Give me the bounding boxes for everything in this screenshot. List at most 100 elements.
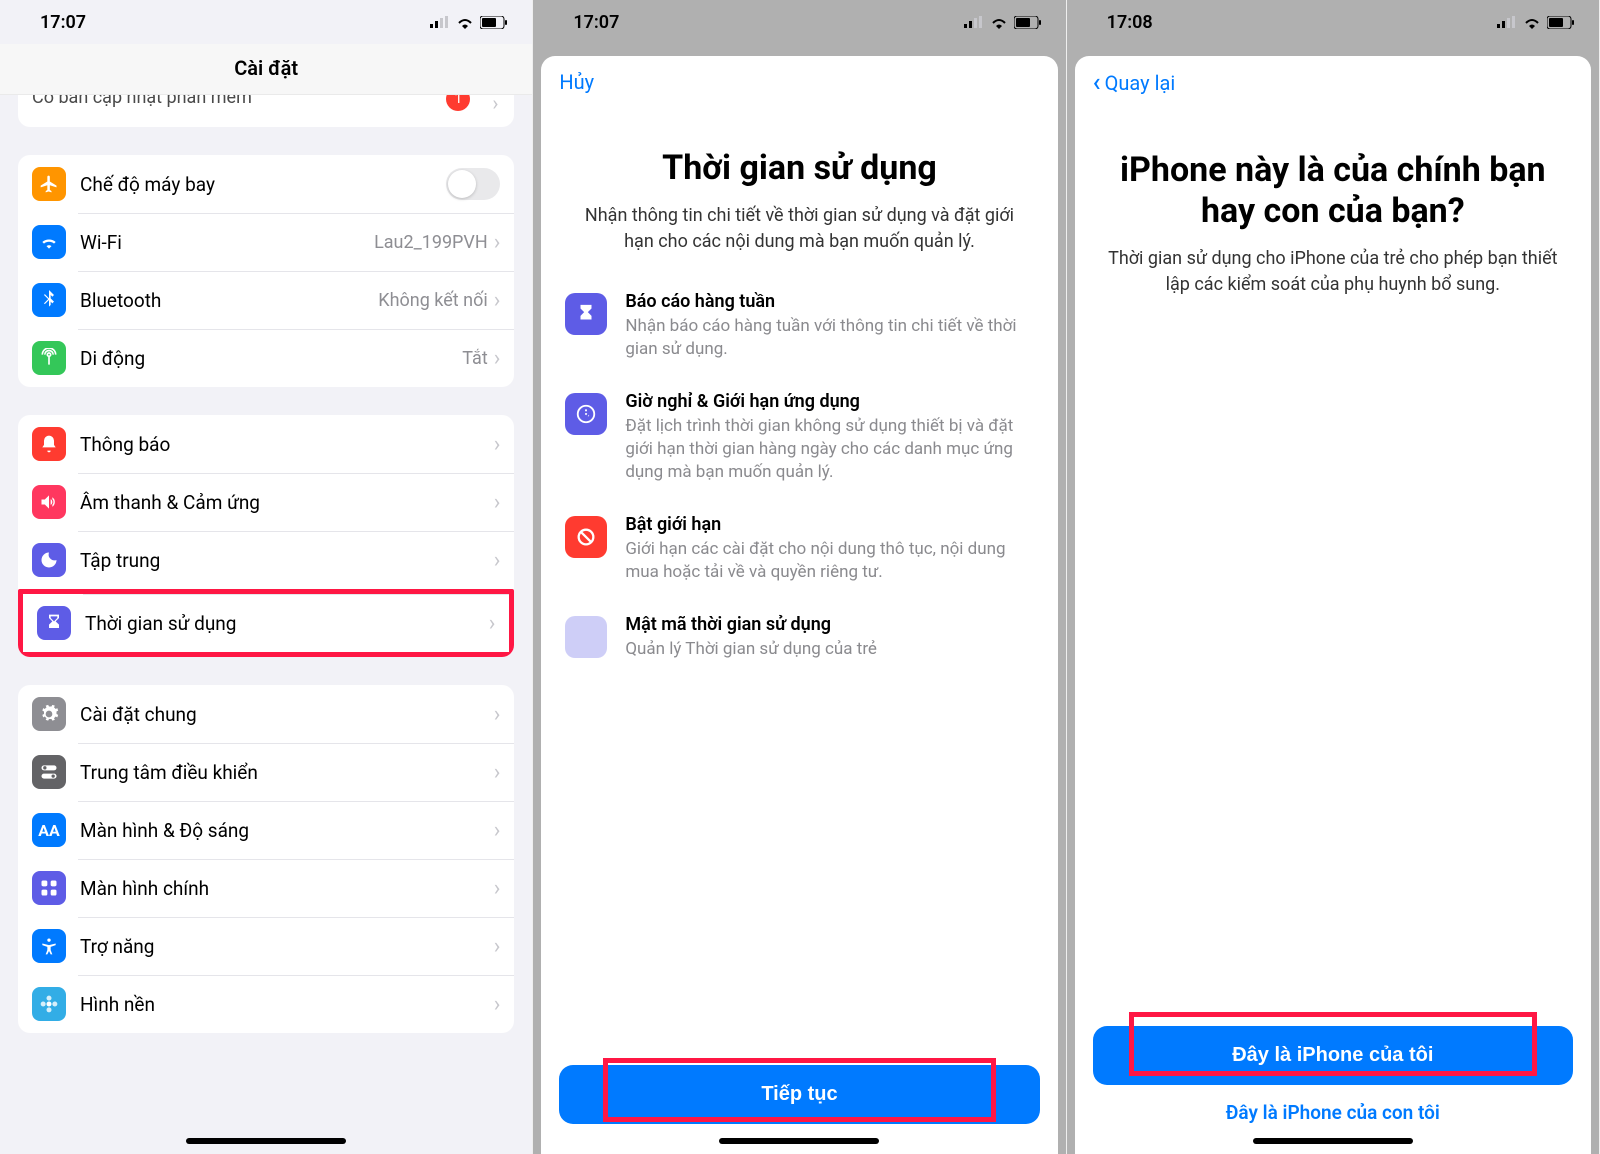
moon-icon: [32, 543, 66, 577]
modal-body: iPhone này là của chính bạn hay con của …: [1075, 110, 1591, 1154]
status-bar: 17:07: [0, 0, 532, 44]
feature-title: Giờ nghỉ & Giới hạn ứng dụng: [625, 391, 1033, 412]
accessibility-icon: [32, 929, 66, 963]
feature-passcode: Mật mã thời gian sử dụng Quản lý Thời gi…: [565, 614, 1033, 661]
settings-group-general: Cài đặt chung › Trung tâm điều khiển › A…: [18, 685, 514, 1033]
my-iphone-button[interactable]: Đây là iPhone của tôi: [1093, 1026, 1573, 1085]
feature-desc: Đặt lịch trình thời gian không sử dụng t…: [625, 415, 1033, 484]
home-indicator[interactable]: [1253, 1138, 1413, 1144]
screen-time-intro-screen: 17:07 Hủy Thời gian sử dụng Nhận thông t…: [533, 0, 1066, 1154]
status-indicators: [1497, 16, 1575, 29]
no-entry-icon: [565, 516, 607, 558]
row-bluetooth[interactable]: Bluetooth Không kết nối ›: [18, 271, 514, 329]
row-airplane-mode[interactable]: Chế độ máy bay: [18, 155, 514, 213]
back-button[interactable]: Quay lại: [1105, 71, 1176, 95]
chevron-right-icon: ›: [494, 934, 501, 959]
settings-group-focus: Thông báo › Âm thanh & Cảm ứng › Tập tru…: [18, 415, 514, 657]
grid-icon: [32, 871, 66, 905]
hourglass-icon: [37, 606, 71, 640]
software-update-label: Có bản cập nhật phần mềm: [32, 95, 252, 108]
cellular-icon: [964, 16, 984, 28]
status-indicators: [964, 16, 1042, 29]
feature-title: Mật mã thời gian sử dụng: [625, 614, 877, 635]
cellular-icon: [1497, 16, 1517, 28]
status-bar: 17:07: [533, 0, 1065, 44]
switches-icon: [32, 755, 66, 789]
feature-downtime: Giờ nghỉ & Giới hạn ứng dụng Đặt lịch tr…: [565, 391, 1033, 484]
status-time: 17:07: [573, 12, 619, 33]
row-general[interactable]: Cài đặt chung ›: [18, 685, 514, 743]
chevron-right-icon: ›: [494, 992, 501, 1017]
gear-icon: [32, 697, 66, 731]
row-accessibility[interactable]: Trợ năng ›: [18, 917, 514, 975]
row-focus[interactable]: Tập trung ›: [18, 531, 514, 589]
feature-desc: Quản lý Thời gian sử dụng của trẻ: [625, 638, 877, 661]
row-wallpaper[interactable]: Hình nền ›: [18, 975, 514, 1033]
flower-icon: [32, 987, 66, 1021]
row-label: Màn hình & Độ sáng: [80, 819, 494, 842]
feature-title: Bật giới hạn: [625, 514, 1033, 535]
chevron-right-icon: ›: [489, 611, 496, 636]
modal-body: Thời gian sử dụng Nhận thông tin chi tiế…: [541, 108, 1057, 1154]
row-value: Không kết nối: [378, 290, 487, 311]
row-cellular[interactable]: Di động Tắt ›: [18, 329, 514, 387]
continue-button[interactable]: Tiếp tục: [559, 1065, 1039, 1124]
status-bar: 17:08: [1067, 0, 1599, 44]
modal-title: iPhone này là của chính bạn hay con của …: [1099, 150, 1567, 232]
battery-icon: [1014, 16, 1042, 29]
settings-screen: 17:07 Cài đặt Có bản cập nhật phần mềm 1…: [0, 0, 533, 1154]
bell-icon: [32, 427, 66, 461]
modal-nav: ‹ Quay lại: [1075, 56, 1591, 110]
chevron-right-icon: ›: [494, 230, 501, 255]
page-title: Cài đặt: [0, 44, 532, 95]
button-label: Tiếp tục: [761, 1083, 837, 1105]
speaker-icon: [32, 485, 66, 519]
row-label: Di động: [80, 347, 462, 370]
battery-icon: [480, 16, 508, 29]
row-sounds[interactable]: Âm thanh & Cảm ứng ›: [18, 473, 514, 531]
row-label: Trợ năng: [80, 935, 494, 958]
toggle-switch[interactable]: [446, 168, 500, 200]
wifi-icon: [1523, 16, 1541, 29]
wifi-icon: [456, 16, 474, 29]
chevron-right-icon: ›: [494, 760, 501, 785]
row-home-screen[interactable]: Màn hình chính ›: [18, 859, 514, 917]
row-display[interactable]: AA Màn hình & Độ sáng ›: [18, 801, 514, 859]
row-notifications[interactable]: Thông báo ›: [18, 415, 514, 473]
row-wifi[interactable]: Wi-Fi Lau2_199PVH ›: [18, 213, 514, 271]
row-label: Hình nền: [80, 993, 494, 1016]
chevron-right-icon: ›: [494, 818, 501, 843]
bottom-bar: Đây là iPhone của tôi Đây là iPhone của …: [1075, 1008, 1591, 1154]
airplane-icon: [32, 167, 66, 201]
chevron-right-icon: ›: [494, 548, 501, 573]
row-label: Tập trung: [80, 549, 494, 572]
feature-title: Báo cáo hàng tuần: [625, 291, 1033, 312]
settings-group-network: Chế độ máy bay Wi-Fi Lau2_199PVH › Bluet…: [18, 155, 514, 387]
row-label: Màn hình chính: [80, 877, 494, 900]
software-update-row[interactable]: Có bản cập nhật phần mềm 1 ›: [18, 95, 514, 127]
row-control-center[interactable]: Trung tâm điều khiển ›: [18, 743, 514, 801]
feature-desc: Giới hạn các cài đặt cho nội dung thô tụ…: [625, 538, 1033, 584]
hourglass-icon: [565, 293, 607, 335]
row-label: Wi-Fi: [80, 231, 374, 254]
chevron-right-icon: ›: [494, 288, 501, 313]
modal-sheet: Hủy Thời gian sử dụng Nhận thông tin chi…: [541, 56, 1057, 1154]
cellular-icon: [430, 16, 450, 28]
row-label: Trung tâm điều khiển: [80, 761, 494, 784]
chevron-left-icon[interactable]: ‹: [1093, 70, 1101, 96]
row-value: Tắt: [462, 348, 487, 369]
modal-subtitle: Nhận thông tin chi tiết về thời gian sử …: [565, 203, 1033, 255]
chevron-right-icon: ›: [494, 490, 501, 515]
feature-weekly-report: Báo cáo hàng tuần Nhận báo cáo hàng tuần…: [565, 291, 1033, 361]
modal-sheet: ‹ Quay lại iPhone này là của chính bạn h…: [1075, 56, 1591, 1154]
status-time: 17:08: [1107, 12, 1153, 33]
cancel-button[interactable]: Hủy: [559, 70, 594, 94]
row-screen-time[interactable]: Thời gian sử dụng ›: [18, 589, 514, 657]
childs-iphone-button[interactable]: Đây là iPhone của con tôi: [1226, 1101, 1440, 1124]
chevron-right-icon: ›: [492, 95, 498, 115]
chevron-right-icon: ›: [494, 346, 501, 371]
lock-icon: [565, 616, 607, 658]
badge-icon: 1: [446, 95, 470, 111]
home-indicator[interactable]: [719, 1138, 879, 1144]
home-indicator[interactable]: [186, 1138, 346, 1144]
